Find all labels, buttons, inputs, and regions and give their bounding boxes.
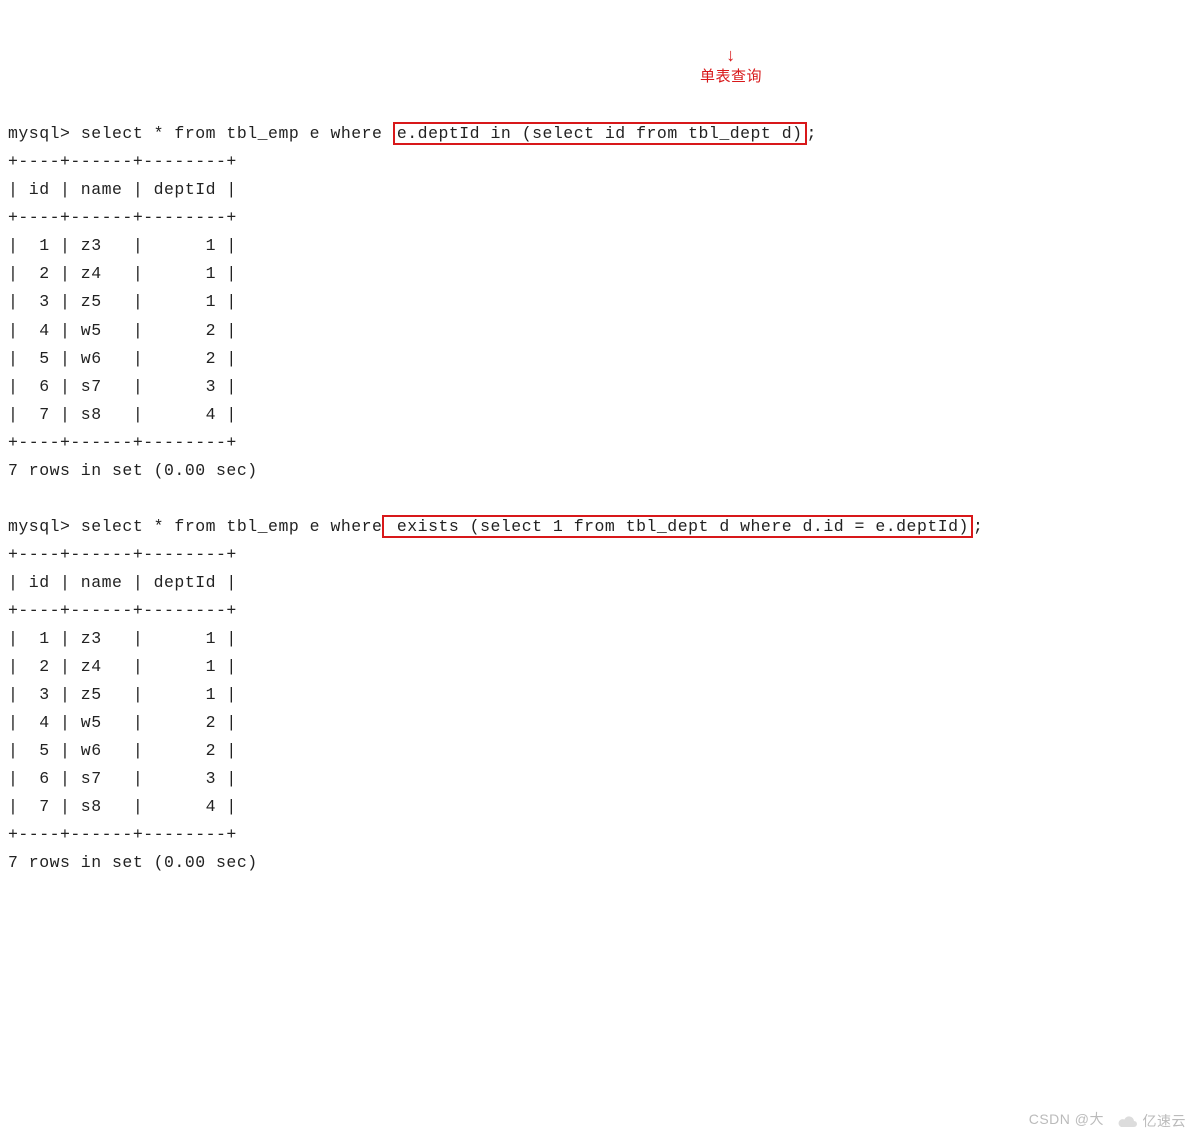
table1-header: | id | name | deptId | xyxy=(8,180,237,199)
query1-post: ; xyxy=(807,124,817,143)
cloud-icon xyxy=(1117,1114,1139,1130)
table1-border-top: +----+------+--------+ xyxy=(8,152,237,171)
query1-prompt: mysql> xyxy=(8,124,81,143)
table2-row: | 2 | z4 | 1 | xyxy=(8,657,237,676)
table2-row: | 1 | z3 | 1 | xyxy=(8,629,237,648)
query1-highlight-box: e.deptId in (select id from tbl_dept d) xyxy=(393,122,807,145)
query2-pre: select * from tbl_emp e where xyxy=(81,517,383,536)
annotation-box: ↓ 单表查询 xyxy=(700,46,762,90)
table2-row: | 6 | s7 | 3 | xyxy=(8,769,237,788)
query2-post: ; xyxy=(973,517,983,536)
query2-highlight-box: exists (select 1 from tbl_dept d where d… xyxy=(382,515,973,538)
table1-footer: 7 rows in set (0.00 sec) xyxy=(8,461,258,480)
table1-row: | 3 | z5 | 1 | xyxy=(8,292,237,311)
query1-pre: select * from tbl_emp e where xyxy=(81,124,393,143)
yisu-logo-text: 亿速云 xyxy=(1143,1110,1187,1134)
table1-row: | 6 | s7 | 3 | xyxy=(8,377,237,396)
table1-row: | 2 | z4 | 1 | xyxy=(8,264,237,283)
table2-border-top: +----+------+--------+ xyxy=(8,545,237,564)
table2-header: | id | name | deptId | xyxy=(8,573,237,592)
table2-border-mid: +----+------+--------+ xyxy=(8,601,237,620)
annotation-label: 单表查询 xyxy=(700,64,762,90)
table2-row: | 7 | s8 | 4 | xyxy=(8,797,237,816)
table1-border-bot: +----+------+--------+ xyxy=(8,433,237,452)
table2-row: | 5 | w6 | 2 | xyxy=(8,741,237,760)
table1-row: | 5 | w6 | 2 | xyxy=(8,349,237,368)
csdn-watermark: CSDN @大 xyxy=(1029,1108,1104,1132)
table2-row: | 4 | w5 | 2 | xyxy=(8,713,237,732)
table2-border-bot: +----+------+--------+ xyxy=(8,825,237,844)
query2-prompt: mysql> xyxy=(8,517,81,536)
table1-row: | 1 | z3 | 1 | xyxy=(8,236,237,255)
yisu-logo: 亿速云 xyxy=(1117,1110,1187,1134)
table1-border-mid: +----+------+--------+ xyxy=(8,208,237,227)
arrow-down-icon: ↓ xyxy=(700,46,762,64)
table2-row: | 3 | z5 | 1 | xyxy=(8,685,237,704)
table2-footer: 7 rows in set (0.00 sec) xyxy=(8,853,258,872)
table1-row: | 4 | w5 | 2 | xyxy=(8,321,237,340)
table1-row: | 7 | s8 | 4 | xyxy=(8,405,237,424)
